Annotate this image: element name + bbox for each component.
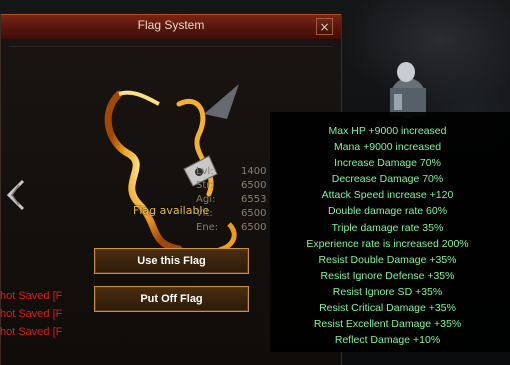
stat-value: 6500 — [241, 222, 267, 233]
stat-row: Str: 6500 — [196, 180, 276, 194]
tooltip-line: Resist Ignore Defense +35% — [320, 269, 455, 282]
tooltip-line: Resist Double Damage +35% — [318, 253, 457, 266]
tooltip-line: Attack Speed increase +120 — [321, 189, 454, 202]
use-flag-button[interactable]: Use this Flag — [94, 248, 249, 274]
flag-stats-panel: Lvl: 1400 Str: 6500 Agi: 6553 Vit: 6500 … — [196, 166, 276, 236]
flag-status-text: Flag available — [133, 204, 210, 217]
chat-log: hot Saved [F hot Saved [F hot Saved [F — [0, 290, 80, 344]
chat-message: hot Saved [F — [0, 326, 63, 338]
stat-value: 1400 — [241, 166, 267, 177]
tooltip-lines: Max HP +9000 increased Mana +9000 increa… — [270, 125, 505, 350]
stat-row: Lvl: 1400 — [196, 166, 276, 180]
tooltip-line: Max HP +9000 increased — [328, 125, 447, 137]
flag-bonus-tooltip: Max HP +9000 increased Mana +9000 increa… — [270, 112, 510, 352]
close-button[interactable]: × — [316, 18, 333, 35]
stat-value: 6500 — [241, 208, 267, 219]
window-title: Flag System — [137, 18, 205, 32]
put-off-flag-button[interactable]: Put Off Flag — [94, 286, 249, 312]
tooltip-line: Mana +9000 increased — [333, 141, 442, 154]
frame-divider — [9, 46, 333, 47]
stat-row: Ene: 6500 — [196, 222, 276, 236]
tooltip-line: Resist Excellent Damage +35% — [313, 318, 462, 331]
tooltip-line: Triple damage rate 35% — [331, 221, 444, 234]
tooltip-line: Resist Ignore SD +35% — [332, 285, 443, 298]
stat-label: Ene: — [196, 222, 219, 233]
stat-value: 6553 — [241, 194, 267, 205]
tooltip-line: Reflect Damage +10% — [334, 334, 441, 347]
chat-message: hot Saved [F — [0, 290, 63, 302]
previous-flag-arrow-icon[interactable] — [5, 179, 27, 211]
tooltip-line: Decrease Damage 70% — [331, 173, 444, 186]
player-character-figure — [390, 62, 426, 118]
tooltip-line: Double damage rate 60% — [327, 205, 448, 218]
tooltip-line: Increase Damage 70% — [334, 157, 441, 170]
chat-message: hot Saved [F — [0, 308, 63, 320]
stat-label: Str: — [196, 180, 214, 191]
window-title-bar[interactable]: Flag System × — [1, 14, 341, 40]
tooltip-line: Experience rate is increased 200% — [306, 237, 469, 250]
stat-label: Lvl: — [196, 166, 214, 177]
stat-value: 6500 — [241, 180, 267, 191]
tooltip-line: Resist Critical Damage +35% — [319, 302, 456, 315]
